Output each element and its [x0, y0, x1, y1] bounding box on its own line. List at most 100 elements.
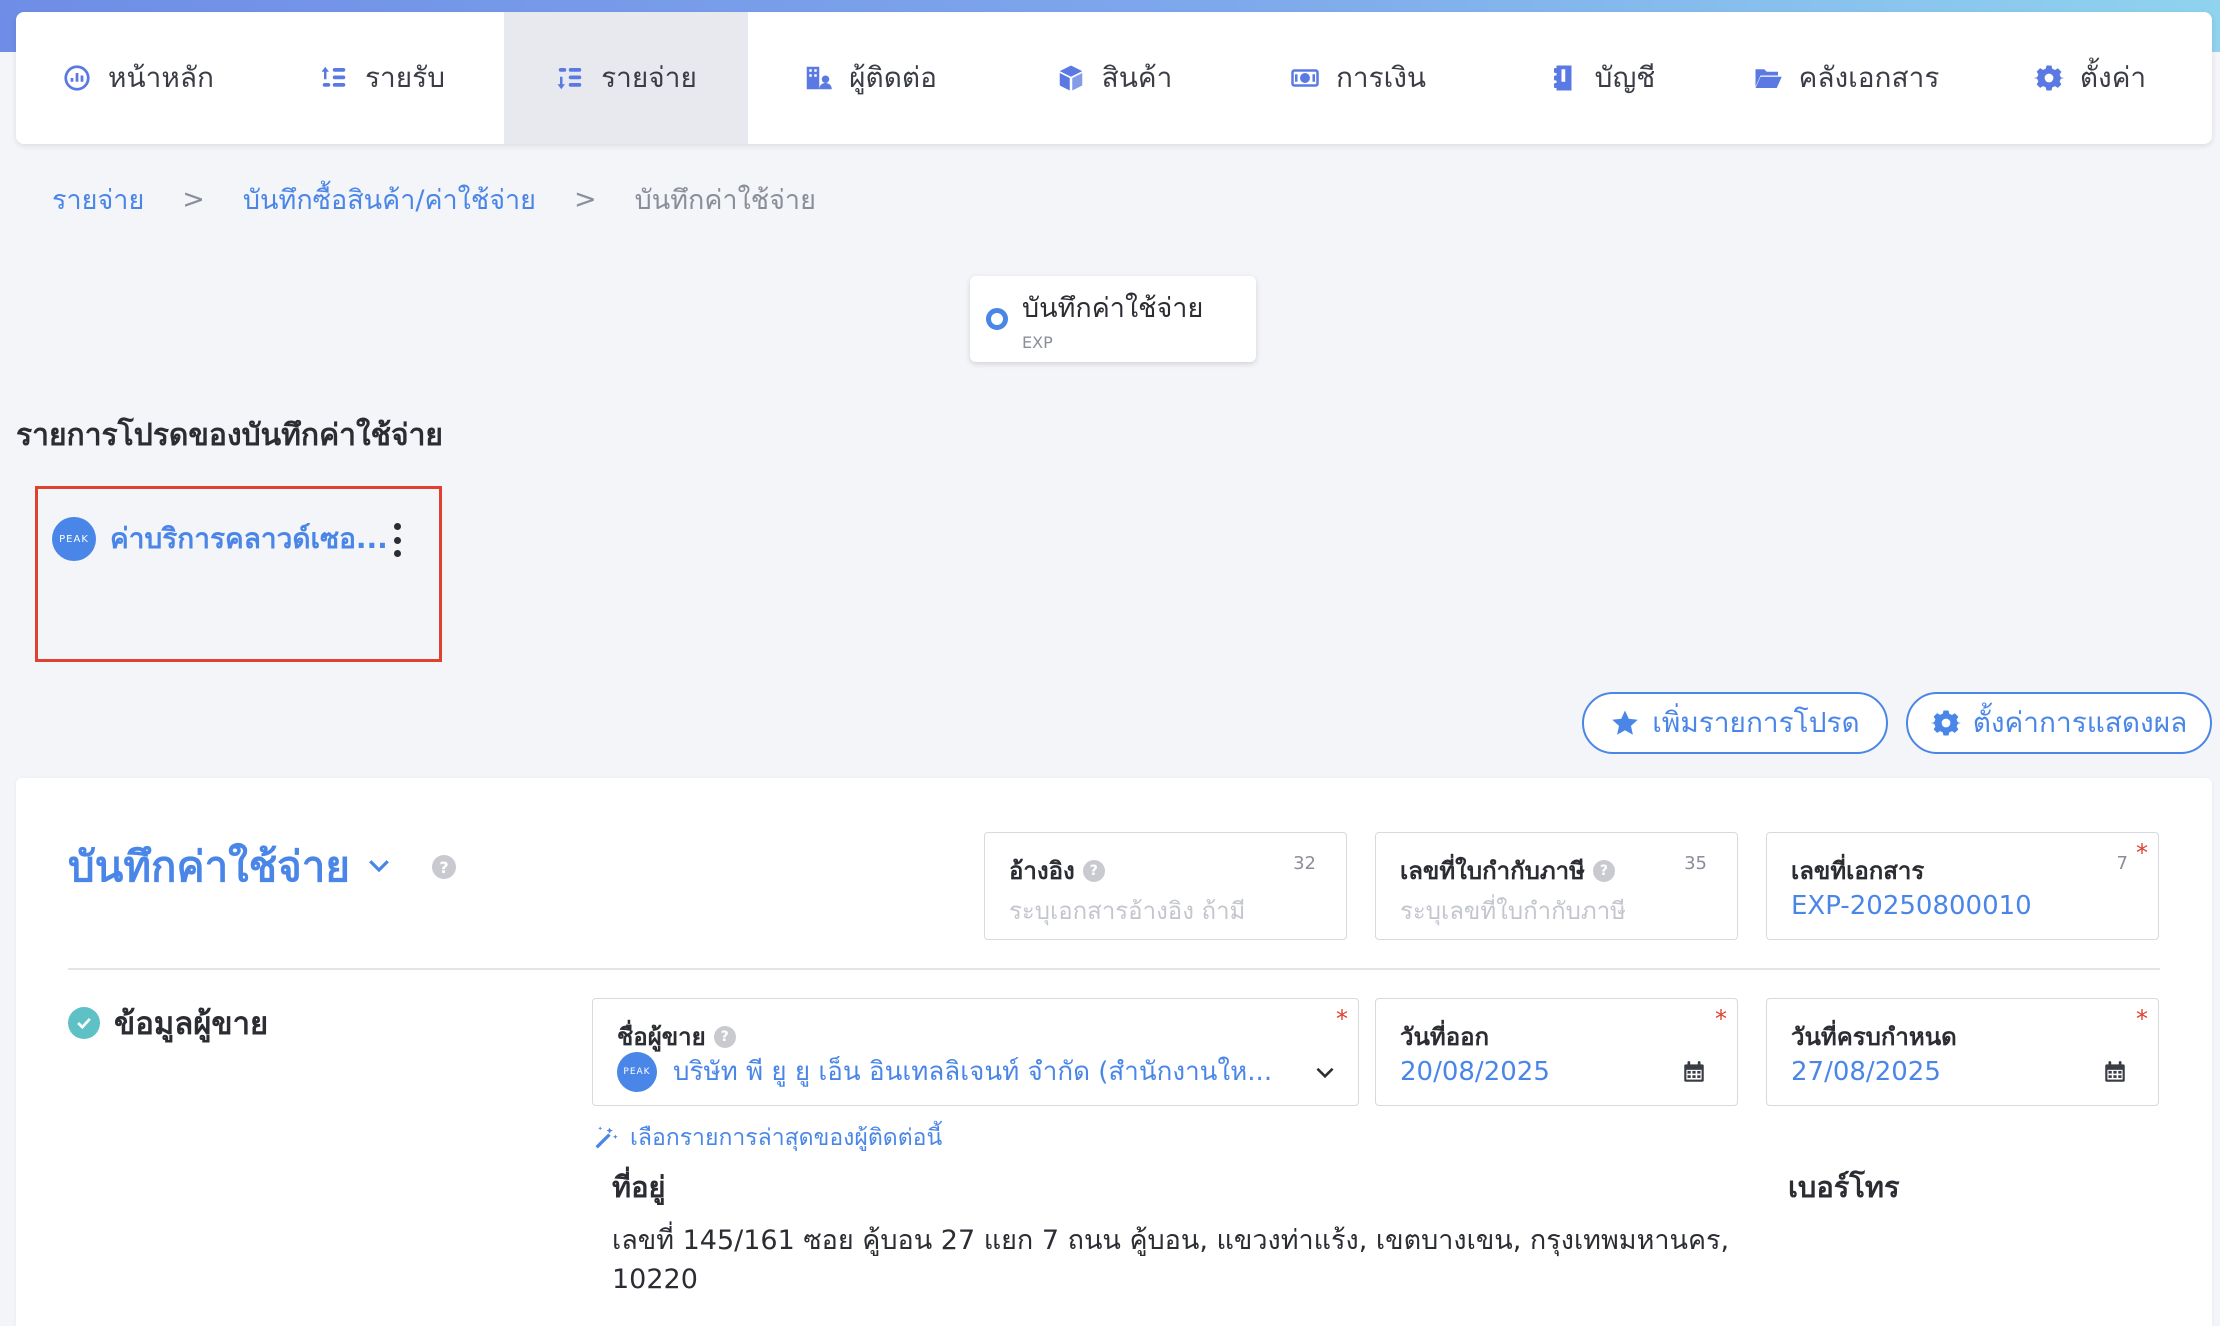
expense-form-card: บันทึกค่าใช้จ่าย ? อ้างอิง ? 32 ระบุเอกส…	[16, 778, 2212, 1326]
calendar-icon[interactable]	[1681, 1059, 1707, 1085]
dashboard-icon	[62, 63, 92, 93]
breadcrumb: รายจ่าย > บันทึกซื้อสินค้า/ค่าใช้จ่าย > …	[52, 178, 816, 221]
page: หน้าหลัก รายรับ รายจ่าย ผู้ติดต่อ สินค้า	[0, 0, 2220, 1326]
document-number-field[interactable]: เลขที่เอกสาร 7 * EXP-20250800010	[1766, 832, 2159, 940]
document-number-input[interactable]: EXP-20250800010	[1791, 891, 2032, 921]
nav-item-dashboard[interactable]: หน้าหลัก	[16, 12, 260, 144]
contacts-icon	[803, 63, 833, 93]
magic-wand-icon	[595, 1126, 618, 1149]
issue-date-label-text: วันที่ออก	[1400, 1023, 1490, 1051]
document-number-label: เลขที่เอกสาร	[1791, 851, 1924, 890]
chevron-down-icon[interactable]	[1312, 1059, 1338, 1085]
nav-label: รายจ่าย	[601, 61, 697, 94]
check-circle-icon	[68, 1007, 100, 1039]
required-marker: *	[2136, 839, 2148, 867]
due-date-label-text: วันที่ครบกำหนด	[1791, 1023, 1957, 1051]
doc-title: บันทึกค่าใช้จ่าย ?	[68, 834, 456, 900]
tax-invoice-label: เลขที่ใบกำกับภาษี ?	[1400, 851, 1615, 890]
breadcrumb-purchase-expense[interactable]: บันทึกซื้อสินค้า/ค่าใช้จ่าย	[243, 178, 536, 221]
reference-char-count: 32	[1293, 853, 1316, 874]
nav-label: คลังเอกสาร	[1798, 61, 1940, 94]
money-icon	[1290, 63, 1320, 93]
nav-item-documents[interactable]: คลังเอกสาร	[1724, 12, 1968, 144]
select-latest-label: เลือกรายการล่าสุดของผู้ติดต่อนี้	[630, 1125, 943, 1151]
folder-icon	[1753, 63, 1783, 93]
tax-invoice-label-text: เลขที่ใบกำกับภาษี	[1400, 857, 1585, 885]
chevron-down-icon[interactable]	[364, 850, 394, 884]
doc-type-code: EXP	[1022, 333, 1053, 352]
nav-item-accounting[interactable]: บัญชี	[1480, 12, 1724, 144]
radio-selected-icon	[986, 308, 1008, 330]
nav-item-income[interactable]: รายรับ	[260, 12, 504, 144]
breadcrumb-expense[interactable]: รายจ่าย	[52, 178, 144, 221]
nav-label: หน้าหลัก	[108, 61, 214, 94]
address-line-2: 10220	[612, 1264, 698, 1295]
tax-invoice-input[interactable]: ระบุเลขที่ใบกำกับภาษี	[1400, 891, 1626, 930]
display-settings-button[interactable]: ตั้งค่าการแสดงผล	[1906, 692, 2212, 754]
issue-date-label: วันที่ออก	[1400, 1017, 1489, 1056]
doc-type-text: บันทึกค่าใช้จ่าย EXP	[1022, 286, 1203, 352]
due-date-input[interactable]: 27/08/2025	[1791, 1057, 1941, 1087]
document-number-char-count: 7	[2116, 853, 2128, 874]
reference-field[interactable]: อ้างอิง ? 32 ระบุเอกสารอ้างอิง ถ้ามี	[984, 832, 1347, 940]
reference-input[interactable]: ระบุเอกสารอ้างอิง ถ้ามี	[1009, 891, 1245, 930]
kebab-menu-icon[interactable]	[390, 523, 404, 557]
star-icon	[1612, 710, 1639, 735]
select-latest-link[interactable]: เลือกรายการล่าสุดของผู้ติดต่อนี้	[592, 1120, 942, 1156]
tax-invoice-field[interactable]: เลขที่ใบกำกับภาษี ? 35 ระบุเลขที่ใบกำกับ…	[1375, 832, 1738, 940]
breadcrumb-separator: >	[182, 184, 205, 215]
income-icon	[319, 63, 349, 93]
doc-type-option[interactable]: บันทึกค่าใช้จ่าย EXP	[970, 276, 1256, 362]
expense-icon	[555, 63, 585, 93]
vendor-name-value: บริษัท พี ยู ยู เอ็น อินเทลลิเจนท์ จำกัด…	[673, 1057, 1273, 1087]
help-icon[interactable]: ?	[713, 1025, 736, 1048]
nav-label: ผู้ติดต่อ	[849, 61, 937, 94]
main-navbar: หน้าหลัก รายรับ รายจ่าย ผู้ติดต่อ สินค้า	[16, 12, 2212, 144]
vendor-section-header: ข้อมูลผู้ขาย	[68, 998, 268, 1048]
help-icon[interactable]: ?	[1082, 859, 1105, 882]
nav-label: สินค้า	[1101, 61, 1173, 94]
required-marker: *	[2136, 1005, 2148, 1033]
due-date-field[interactable]: วันที่ครบกำหนด * 27/08/2025	[1766, 998, 2159, 1106]
document-number-label-text: เลขที่เอกสาร	[1791, 857, 1925, 885]
required-marker: *	[1336, 1005, 1348, 1033]
vendor-select[interactable]: ชื่อผู้ขาย ? * PEAK บริษัท พี ยู ยู เอ็น…	[592, 998, 1359, 1106]
nav-label: บัญชี	[1594, 61, 1656, 94]
add-favorite-button[interactable]: เพิ่มรายการโปรด	[1582, 692, 1888, 754]
nav-label: การเงิน	[1335, 61, 1427, 94]
nav-item-settings[interactable]: ตั้งค่า	[1968, 12, 2212, 144]
favorites-title: รายการโปรดของบันทึกค่าใช้จ่าย	[16, 418, 444, 453]
favorite-item-row: PEAK ค่าบริการคลาวด์เซอ...	[52, 517, 388, 561]
calendar-icon[interactable]	[2102, 1059, 2128, 1085]
address-line-1: เลขที่ 145/161 ซอย คู้บอน 27 แยก 7 ถนน ค…	[612, 1225, 1730, 1256]
display-settings-label: ตั้งค่าการแสดงผล	[1972, 706, 2188, 739]
reference-label-text: อ้างอิง	[1009, 857, 1075, 885]
doc-type-label: บันทึกค่าใช้จ่าย	[1022, 293, 1204, 324]
box-icon	[1056, 63, 1086, 93]
add-favorite-label: เพิ่มรายการโปรด	[1652, 706, 1860, 739]
due-date-label: วันที่ครบกำหนด	[1791, 1017, 1957, 1056]
gear-icon	[2033, 63, 2064, 93]
book-icon	[1549, 63, 1579, 93]
favorite-item[interactable]: PEAK ค่าบริการคลาวด์เซอ...	[35, 486, 442, 662]
breadcrumb-separator: >	[574, 184, 597, 215]
help-icon[interactable]: ?	[431, 855, 456, 879]
nav-item-contacts[interactable]: ผู้ติดต่อ	[748, 12, 992, 144]
nav-item-products[interactable]: สินค้า	[992, 12, 1236, 144]
reference-label: อ้างอิง ?	[1009, 851, 1105, 890]
doc-title-text[interactable]: บันทึกค่าใช้จ่าย	[68, 834, 350, 900]
favorite-item-label[interactable]: ค่าบริการคลาวด์เซอ...	[110, 517, 388, 561]
issue-date-field[interactable]: วันที่ออก * 20/08/2025	[1375, 998, 1738, 1106]
nav-label: ตั้งค่า	[2079, 61, 2147, 94]
help-icon[interactable]: ?	[1592, 859, 1615, 882]
nav-item-finance[interactable]: การเงิน	[1236, 12, 1480, 144]
section-divider	[68, 968, 2160, 970]
gear-icon	[1930, 710, 1961, 736]
peak-logo-icon: PEAK	[52, 517, 96, 561]
vendor-value-row: PEAK บริษัท พี ยู ยู เอ็น อินเทลลิเจนท์ …	[617, 1051, 1272, 1092]
peak-logo-icon: PEAK	[617, 1051, 657, 1092]
nav-item-expense[interactable]: รายจ่าย	[504, 12, 748, 144]
nav-label: รายรับ	[365, 61, 445, 94]
vendor-section-title: ข้อมูลผู้ขาย	[114, 1006, 269, 1042]
issue-date-input[interactable]: 20/08/2025	[1400, 1057, 1550, 1087]
